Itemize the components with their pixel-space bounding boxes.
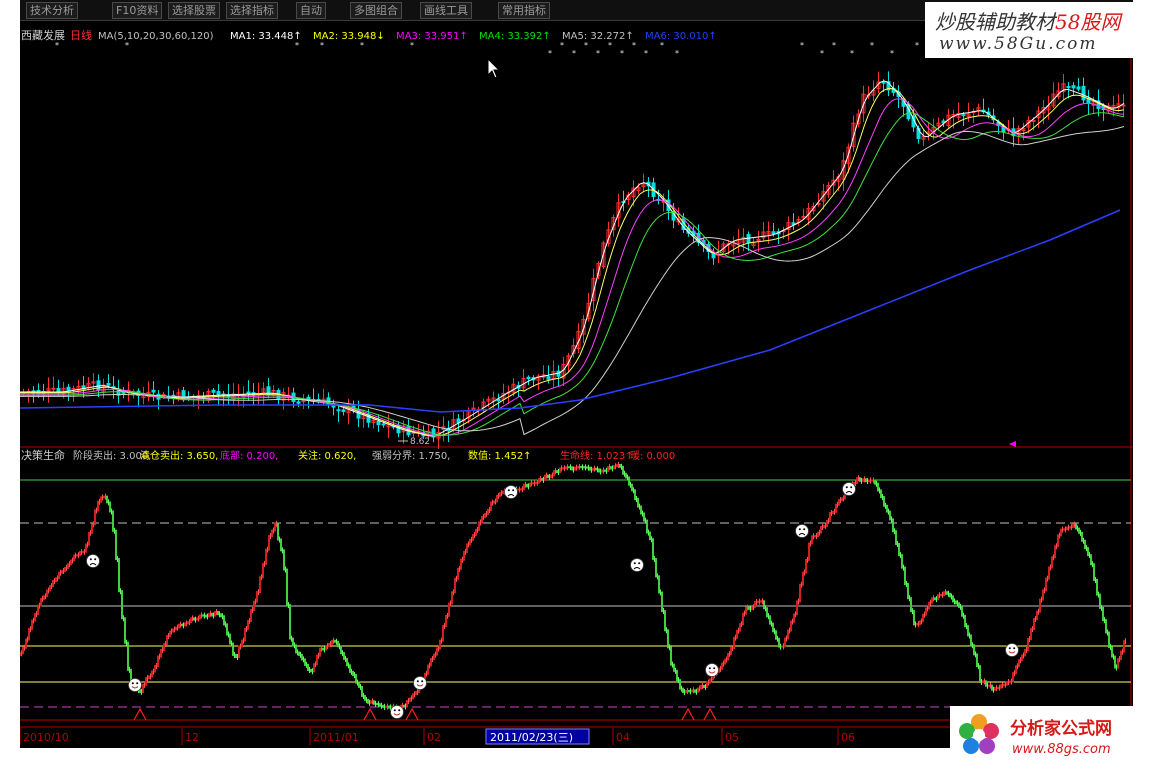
ma-line-3: [20, 98, 1125, 437]
signal-star: *: [644, 49, 648, 58]
smiley-face-icon: [390, 705, 404, 719]
watermark-58gu: 炒股辅助教材58股网 www.58Gu.com: [925, 2, 1155, 58]
signal-star: *: [832, 41, 836, 50]
chart-window[interactable]: 技术分析 F10资料 选择股票 选择指标 自动 多图组合 画线工具 常用指标 西藏发展 日线 …: [20, 0, 1133, 748]
signal-star: *: [410, 41, 414, 50]
indicator-name: 决策生命: [21, 448, 65, 462]
date-tick-label: 06: [841, 731, 855, 744]
flower-logo-icon: [959, 714, 999, 754]
buy-spike: [405, 707, 419, 721]
signal-star: *: [320, 41, 324, 50]
sad-face-icon: [504, 485, 518, 499]
buy-spike: [703, 707, 717, 721]
ma-legend-item-6: MA6: 30.010↑: [645, 31, 717, 42]
chart-svg[interactable]: 西藏发展 日线 MA(5,10,20,30,60,120) MA1: 33.44…: [20, 0, 1133, 748]
sad-face-icon: [842, 482, 856, 496]
watermark-title-a: 炒股辅助教材: [935, 10, 1055, 34]
low-price-marker: 8.62: [398, 437, 430, 447]
signal-star: *: [295, 41, 299, 50]
candlesticks: [21, 71, 1126, 449]
signal-star: *: [850, 49, 854, 58]
signal-star: *: [560, 41, 564, 50]
cursor-date-label: 2011/02/23(三): [490, 731, 573, 744]
buy-spike: [133, 707, 147, 721]
stock-name: 西藏发展: [21, 28, 65, 42]
smiley-face-icon: [1005, 643, 1019, 657]
mouse-pointer-icon: [487, 58, 501, 79]
signal-stars: * * * * * * * * * * * * * * * * * * * * * * * *: [55, 41, 919, 58]
svg-text:8.62: 8.62: [410, 437, 430, 447]
smiley-face-icon: [413, 676, 427, 690]
moving-average-lines: [20, 80, 1125, 437]
signal-star: *: [125, 41, 129, 50]
watermark-bottom-url: www.88gs.com: [1012, 742, 1111, 757]
signal-star: *: [608, 41, 612, 50]
signal-star: *: [572, 49, 576, 58]
signal-faces: [86, 482, 1019, 719]
signal-star: *: [632, 41, 636, 50]
ma-line-6: [20, 209, 1121, 413]
signal-star: *: [360, 41, 364, 50]
indicator-legend-item-3: 关注: 0.620,: [298, 449, 356, 462]
indicator-legend-item-7: 暖: 0.000: [630, 449, 675, 462]
smiley-face-icon: [128, 678, 142, 692]
sad-face-icon: [86, 554, 100, 568]
indicator-legend-item-4: 强弱分界: 1.750,: [372, 450, 450, 462]
signal-star: *: [820, 49, 824, 58]
sad-face-icon: [795, 524, 809, 538]
signal-star: *: [890, 49, 894, 58]
signal-star: *: [548, 49, 552, 58]
buy-spike: [363, 707, 377, 721]
indicator-legend-item-6: 生命线: 1.023↑: [560, 449, 634, 462]
signal-star: *: [55, 41, 59, 50]
signal-star: *: [870, 41, 874, 50]
indicator-legend-item-2: 底部: 0.200,: [220, 449, 278, 462]
signal-star: *: [596, 49, 600, 58]
watermark-url-top: www.58Gu.com: [939, 34, 1098, 54]
watermark-title-b: 58股网: [1055, 10, 1121, 34]
signal-star: *: [584, 41, 588, 50]
signal-star: *: [915, 41, 919, 50]
date-axis: 2010/10 12 2011/01 02 04 05 06: [20, 728, 855, 745]
date-tick-label: 2010/10: [23, 731, 69, 744]
ma-legend-item-3: MA3: 33.951↑: [396, 31, 468, 42]
signal-star: *: [620, 49, 624, 58]
signal-star: *: [660, 41, 664, 50]
smiley-face-icon: [705, 663, 719, 677]
indicator-legend-item-1: 清仓卖出: 3.650,: [140, 449, 218, 462]
signal-star: *: [800, 41, 804, 50]
ma-line-2: [20, 88, 1125, 437]
right-arrow-marker: [1009, 441, 1016, 447]
date-tick-label: 02: [427, 731, 441, 744]
date-tick-label: 2011/01: [313, 731, 359, 744]
ma-legend-item-5: MA5: 32.272↑: [562, 31, 634, 42]
date-tick-label: 05: [725, 731, 739, 744]
indicator-legend: 阶段卖出: 3.000,清仓卖出: 3.650, 底部: 0.200, 关注: 0.…: [73, 449, 675, 462]
indicator-legend-item-5: 数值: 1.452↑: [468, 449, 532, 462]
indicator-bars: [20, 462, 1126, 712]
chart-period: 日线: [70, 28, 92, 42]
date-tick-label: 12: [185, 731, 199, 744]
ma-legend-item-4: MA4: 33.392↑: [479, 31, 551, 42]
sad-face-icon: [630, 558, 644, 572]
ma-legend-item-1: MA1: 33.448↑: [230, 31, 302, 42]
watermark-88gs: 分析家公式网 www.88gs.com: [950, 706, 1155, 765]
buy-spike: [681, 707, 695, 721]
ma-legend: MA1: 33.448↑ MA2: 33.948↓ MA3: 33.951↑ MA4:…: [230, 31, 717, 42]
buy-signal-spikes: [133, 707, 717, 721]
watermark-bottom-title: 分析家公式网: [1010, 719, 1112, 739]
date-tick-label: 04: [616, 731, 630, 744]
cursor-date-box[interactable]: 2011/02/23(三): [485, 728, 590, 745]
signal-star: *: [675, 49, 679, 58]
ma-params: MA(5,10,20,30,60,120): [98, 31, 214, 42]
